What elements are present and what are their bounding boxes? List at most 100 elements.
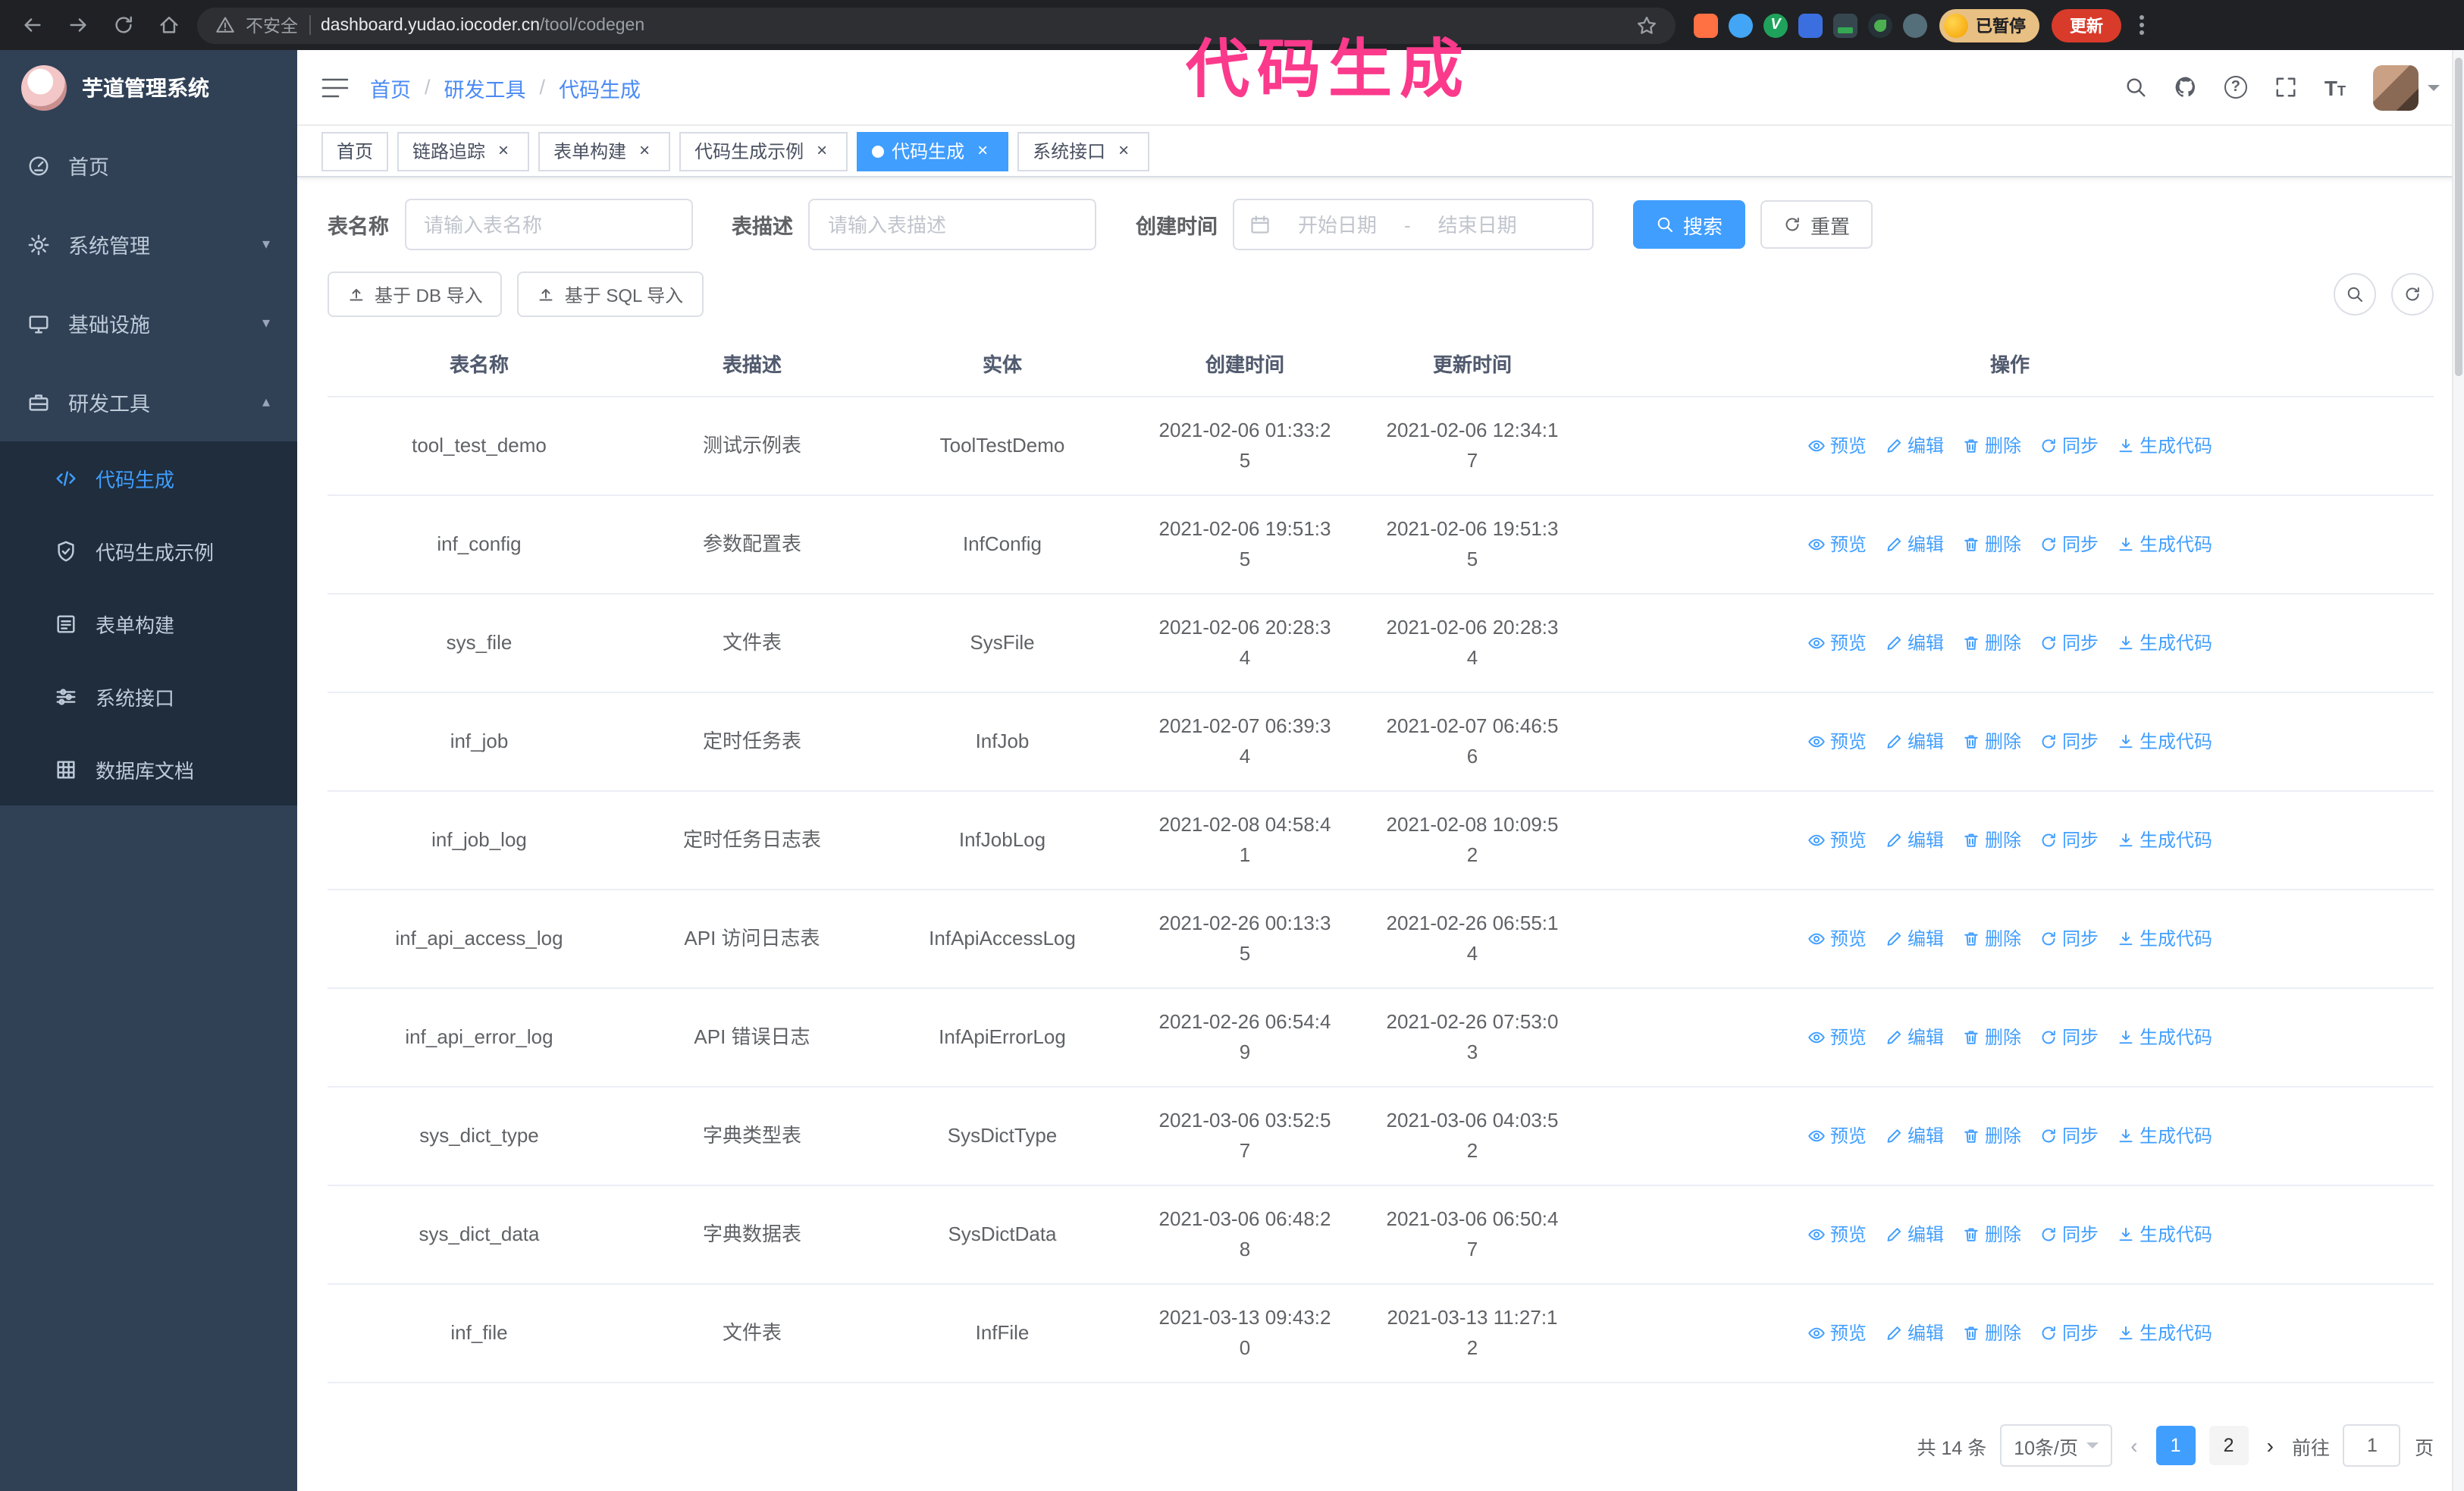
back-icon[interactable] bbox=[15, 14, 49, 36]
scrollbar-thumb[interactable] bbox=[2455, 58, 2462, 376]
tab-close-icon[interactable]: × bbox=[634, 140, 655, 162]
sync-link[interactable]: 同步 bbox=[2039, 431, 2099, 461]
extension-icon[interactable]: V bbox=[1763, 13, 1788, 37]
tab-close-icon[interactable]: × bbox=[493, 140, 514, 162]
tab-item[interactable]: 链路追踪 × bbox=[397, 131, 530, 171]
preview-link[interactable]: 预览 bbox=[1807, 924, 1867, 954]
delete-link[interactable]: 删除 bbox=[1962, 924, 2021, 954]
preview-link[interactable]: 预览 bbox=[1807, 727, 1867, 757]
extension-icon[interactable] bbox=[1903, 13, 1927, 37]
sync-link[interactable]: 同步 bbox=[2039, 628, 2099, 658]
preview-link[interactable]: 预览 bbox=[1807, 1318, 1867, 1348]
prev-page-icon[interactable]: ‹ bbox=[2126, 1433, 2142, 1458]
sync-link[interactable]: 同步 bbox=[2039, 727, 2099, 757]
sync-link[interactable]: 同步 bbox=[2039, 1219, 2099, 1250]
generate-code-link[interactable]: 生成代码 bbox=[2117, 1219, 2212, 1250]
extension-icon[interactable] bbox=[1798, 13, 1823, 37]
preview-link[interactable]: 预览 bbox=[1807, 1219, 1867, 1250]
edit-link[interactable]: 编辑 bbox=[1885, 1121, 1944, 1151]
tab-item[interactable]: 系统接口 × bbox=[1017, 131, 1150, 171]
font-size-icon[interactable]: TT bbox=[2324, 77, 2346, 98]
sidebar-item-form-builder[interactable]: 表单构建 bbox=[0, 587, 297, 660]
tab-item[interactable]: 代码生成 × bbox=[857, 131, 1009, 171]
generate-code-link[interactable]: 生成代码 bbox=[2117, 1121, 2212, 1151]
sidebar-item-db-doc[interactable]: 数据库文档 bbox=[0, 733, 297, 805]
edit-link[interactable]: 编辑 bbox=[1885, 1318, 1944, 1348]
sidebar-item-codegen[interactable]: 代码生成 bbox=[0, 441, 297, 514]
address-bar[interactable]: 不安全 dashboard.yudao.iocoder.cn/tool/code… bbox=[197, 7, 1676, 43]
profile-chip[interactable]: 已暂停 bbox=[1939, 8, 2039, 42]
sidebar-item-infra[interactable]: 基础设施 ▾ bbox=[0, 284, 297, 363]
sync-link[interactable]: 同步 bbox=[2039, 1121, 2099, 1151]
tab-close-icon[interactable]: × bbox=[972, 140, 993, 162]
delete-link[interactable]: 删除 bbox=[1962, 529, 2021, 560]
preview-link[interactable]: 预览 bbox=[1807, 825, 1867, 855]
sync-link[interactable]: 同步 bbox=[2039, 924, 2099, 954]
bookmark-star-icon[interactable] bbox=[1636, 14, 1657, 36]
help-icon[interactable]: ? bbox=[2224, 76, 2247, 99]
import-db-button[interactable]: 基于 DB 导入 bbox=[328, 272, 503, 317]
sidebar-item-codegen-example[interactable]: 代码生成示例 bbox=[0, 514, 297, 587]
extension-icon[interactable] bbox=[1833, 13, 1857, 37]
table-name-input[interactable] bbox=[404, 199, 692, 250]
preview-link[interactable]: 预览 bbox=[1807, 529, 1867, 560]
forward-icon[interactable] bbox=[61, 14, 94, 36]
edit-link[interactable]: 编辑 bbox=[1885, 529, 1944, 560]
browser-update-button[interactable]: 更新 bbox=[2052, 8, 2121, 42]
tab-item[interactable]: 代码生成示例 × bbox=[679, 131, 848, 171]
delete-link[interactable]: 删除 bbox=[1962, 1121, 2021, 1151]
generate-code-link[interactable]: 生成代码 bbox=[2117, 431, 2212, 461]
page-button-1[interactable]: 1 bbox=[2155, 1426, 2196, 1465]
reset-button[interactable]: 重置 bbox=[1760, 200, 1873, 249]
edit-link[interactable]: 编辑 bbox=[1885, 628, 1944, 658]
search-icon[interactable] bbox=[2124, 76, 2147, 99]
delete-link[interactable]: 删除 bbox=[1962, 1219, 2021, 1250]
toggle-search-button[interactable] bbox=[2334, 273, 2376, 315]
user-menu[interactable] bbox=[2373, 64, 2440, 110]
generate-code-link[interactable]: 生成代码 bbox=[2117, 628, 2212, 658]
next-page-icon[interactable]: › bbox=[2262, 1433, 2278, 1458]
breadcrumb-devtools[interactable]: 研发工具 bbox=[444, 72, 526, 102]
extension-icon[interactable] bbox=[1868, 13, 1892, 37]
sidebar-item-home[interactable]: 首页 bbox=[0, 126, 297, 205]
generate-code-link[interactable]: 生成代码 bbox=[2117, 1318, 2212, 1348]
page-size-select[interactable]: 10条/页 bbox=[2000, 1424, 2113, 1467]
sidebar-item-system-api[interactable]: 系统接口 bbox=[0, 660, 297, 733]
hamburger-icon[interactable] bbox=[321, 75, 349, 99]
generate-code-link[interactable]: 生成代码 bbox=[2117, 529, 2212, 560]
table-desc-input[interactable] bbox=[808, 199, 1096, 250]
delete-link[interactable]: 删除 bbox=[1962, 628, 2021, 658]
date-end-input[interactable] bbox=[1416, 213, 1538, 236]
extension-icon[interactable] bbox=[1729, 13, 1753, 37]
search-button[interactable]: 搜索 bbox=[1633, 200, 1746, 249]
delete-link[interactable]: 删除 bbox=[1962, 431, 2021, 461]
goto-page-input[interactable] bbox=[2343, 1424, 2401, 1467]
sync-link[interactable]: 同步 bbox=[2039, 529, 2099, 560]
app-logo-row[interactable]: 芋道管理系统 bbox=[0, 50, 297, 126]
edit-link[interactable]: 编辑 bbox=[1885, 1022, 1944, 1053]
sidebar-item-devtools[interactable]: 研发工具 ▴ bbox=[0, 363, 297, 441]
page-button-2[interactable]: 2 bbox=[2209, 1426, 2249, 1465]
preview-link[interactable]: 预览 bbox=[1807, 628, 1867, 658]
extension-icon[interactable] bbox=[1694, 13, 1718, 37]
sync-link[interactable]: 同步 bbox=[2039, 1022, 2099, 1053]
preview-link[interactable]: 预览 bbox=[1807, 1022, 1867, 1053]
home-icon[interactable] bbox=[152, 14, 185, 36]
preview-link[interactable]: 预览 bbox=[1807, 1121, 1867, 1151]
reload-icon[interactable] bbox=[106, 14, 140, 36]
preview-link[interactable]: 预览 bbox=[1807, 431, 1867, 461]
edit-link[interactable]: 编辑 bbox=[1885, 924, 1944, 954]
tab-item[interactable]: 表单构建 × bbox=[538, 131, 671, 171]
refresh-table-button[interactable] bbox=[2391, 273, 2434, 315]
edit-link[interactable]: 编辑 bbox=[1885, 1219, 1944, 1250]
tab-close-icon[interactable]: × bbox=[1113, 140, 1134, 162]
browser-menu-icon[interactable] bbox=[2133, 15, 2150, 35]
date-range-picker[interactable]: - bbox=[1233, 199, 1594, 250]
generate-code-link[interactable]: 生成代码 bbox=[2117, 825, 2212, 855]
delete-link[interactable]: 删除 bbox=[1962, 1318, 2021, 1348]
date-start-input[interactable] bbox=[1277, 213, 1398, 236]
import-sql-button[interactable]: 基于 SQL 导入 bbox=[517, 272, 704, 317]
edit-link[interactable]: 编辑 bbox=[1885, 825, 1944, 855]
generate-code-link[interactable]: 生成代码 bbox=[2117, 1022, 2212, 1053]
delete-link[interactable]: 删除 bbox=[1962, 825, 2021, 855]
